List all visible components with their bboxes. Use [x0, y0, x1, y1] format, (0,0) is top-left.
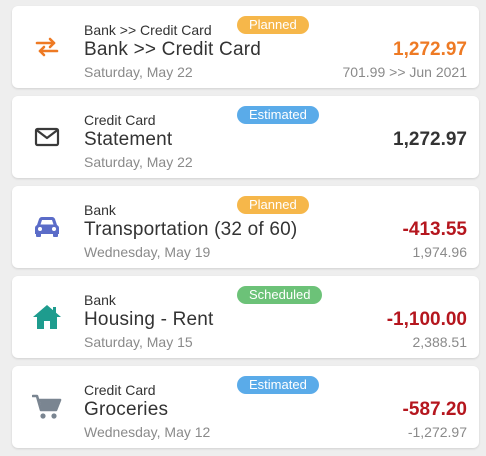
running-balance: -1,272.97 [407, 424, 467, 440]
transaction-list: Bank >> Credit Card Planned Bank >> Cred… [0, 0, 486, 456]
transaction-card[interactable]: Credit Card Estimated Statement Saturday… [12, 96, 479, 178]
running-balance: 2,388.51 [412, 334, 468, 350]
transaction-title: Housing - Rent [84, 309, 214, 330]
transaction-date: Saturday, May 15 [84, 334, 193, 350]
account-label: Credit Card [84, 382, 156, 398]
status-badge: Estimated [237, 376, 319, 394]
account-label: Bank >> Credit Card [84, 22, 212, 38]
account-label: Bank [84, 202, 116, 218]
transaction-date: Wednesday, May 12 [84, 424, 211, 440]
envelope-icon [32, 122, 62, 152]
transaction-card[interactable]: Credit Card Estimated Groceries Wednesda… [12, 366, 479, 448]
status-badge: Scheduled [237, 286, 323, 304]
transaction-amount: 1,272.97 [393, 129, 467, 150]
running-balance: 701.99 >> Jun 2021 [342, 64, 467, 80]
transaction-date: Wednesday, May 19 [84, 244, 211, 260]
transaction-date: Saturday, May 22 [84, 64, 193, 80]
transaction-title: Groceries [84, 399, 169, 420]
transfer-arrows-icon [32, 32, 62, 62]
running-balance: 1,974.96 [412, 244, 468, 260]
transaction-amount: -587.20 [402, 399, 467, 420]
transaction-amount: 1,272.97 [393, 39, 467, 60]
transaction-date: Saturday, May 22 [84, 154, 193, 170]
transaction-card[interactable]: Bank Scheduled Housing - Rent Saturday, … [12, 276, 479, 358]
transaction-card[interactable]: Bank >> Credit Card Planned Bank >> Cred… [12, 6, 479, 88]
transaction-amount: -413.55 [402, 219, 467, 240]
status-badge: Estimated [237, 106, 319, 124]
car-icon [32, 212, 62, 242]
transaction-title: Statement [84, 129, 173, 150]
shopping-cart-icon [32, 392, 62, 422]
status-badge: Planned [237, 196, 309, 214]
account-label: Credit Card [84, 112, 156, 128]
transaction-card[interactable]: Bank Planned Transportation (32 of 60) W… [12, 186, 479, 268]
transaction-title: Bank >> Credit Card [84, 39, 261, 60]
account-label: Bank [84, 292, 116, 308]
status-badge: Planned [237, 16, 309, 34]
home-icon [32, 302, 62, 332]
transaction-amount: -1,100.00 [386, 309, 467, 330]
transaction-title: Transportation (32 of 60) [84, 219, 298, 240]
